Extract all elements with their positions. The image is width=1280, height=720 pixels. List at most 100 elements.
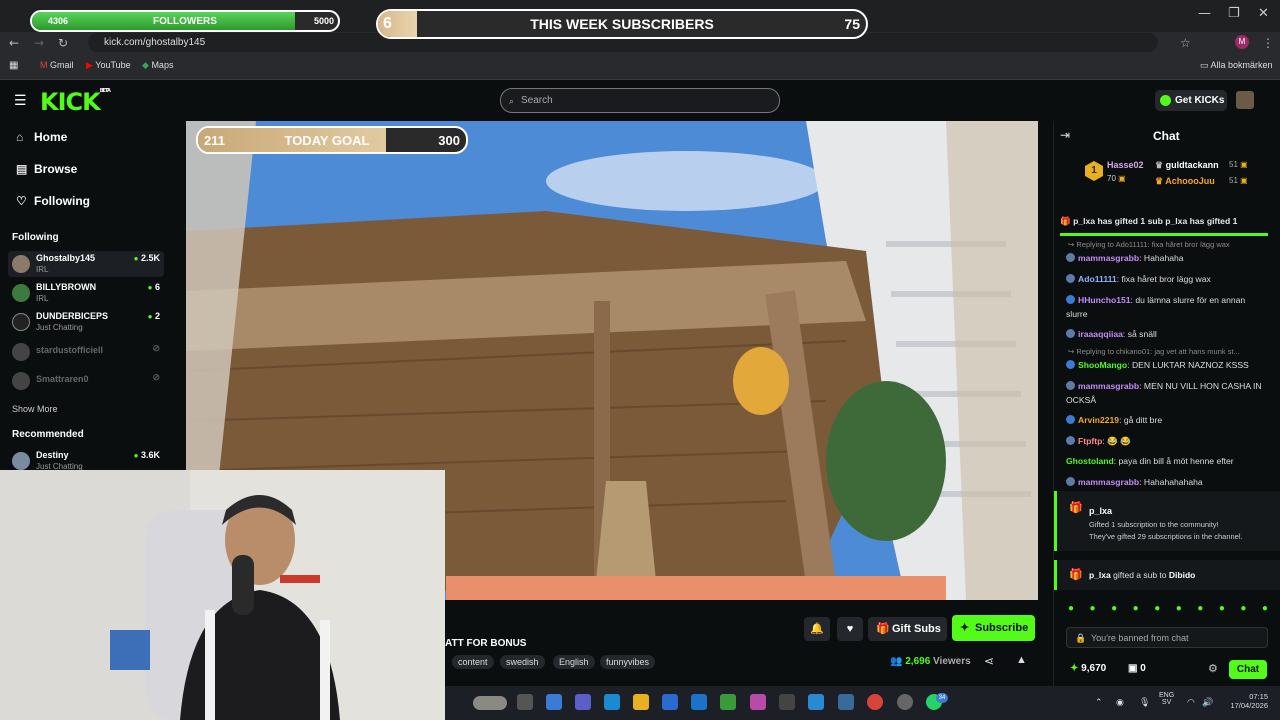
browser-menu-icon[interactable]: ⋮ (1262, 36, 1274, 50)
emote-icon[interactable]: ● (1219, 603, 1225, 617)
hamburger-menu-icon[interactable]: ☰ (14, 92, 27, 109)
chat-settings-icon[interactable]: ⚙ (1208, 662, 1218, 675)
tag-english[interactable]: English (553, 655, 595, 669)
tag-content[interactable]: content (452, 655, 494, 669)
clock[interactable]: 07:15 17/04/2026 (1222, 692, 1268, 710)
gift-icon: 🎁 (1069, 502, 1083, 514)
teams-icon[interactable] (575, 694, 591, 710)
channel-category: Just Chatting (36, 323, 83, 332)
close-icon[interactable]: ✕ (1258, 6, 1269, 21)
app-icon[interactable] (750, 694, 766, 710)
microphone-icon[interactable]: 🎙 (1139, 697, 1150, 708)
nav-home[interactable]: ⌂ Home (16, 130, 67, 144)
all-bookmarks[interactable]: ▭ Alla bokmärken (1200, 60, 1273, 71)
emote-icon[interactable]: ● (1090, 603, 1096, 617)
share-icon[interactable]: ⋖ (984, 654, 994, 668)
chat-username[interactable]: Ftpftp (1078, 436, 1102, 446)
bookmark-maps[interactable]: ◆ Maps (142, 60, 173, 71)
chat-input-disabled: 🔒 You're banned from chat (1066, 627, 1268, 648)
nav-browse[interactable]: ▤ Browse (16, 162, 77, 176)
leaderboard-user[interactable]: Hasse02 (1107, 160, 1144, 170)
channel-points[interactable]: ▣ 0 (1128, 663, 1146, 674)
file-explorer-icon[interactable] (633, 694, 649, 710)
search-input[interactable]: ⌕ Search (500, 88, 780, 113)
gift-sub-user[interactable]: p_lxa (1089, 570, 1111, 580)
chat-username[interactable]: mammasgrabb (1078, 381, 1139, 391)
app-icon[interactable] (808, 694, 824, 710)
following-channel[interactable]: Ghostalby145 IRL ● 2.5K (8, 251, 164, 277)
notification-bell-icon[interactable]: 🔔 (804, 617, 830, 641)
emote-icon[interactable]: ● (1197, 603, 1203, 617)
emote-icon[interactable]: ● (1262, 603, 1268, 617)
tray-app-icon[interactable]: ◉ (1116, 697, 1124, 708)
following-channel-offline[interactable]: Smattraren0 ⊘ (8, 368, 164, 394)
chat-username[interactable]: iraaaqqiiaa (1078, 329, 1123, 339)
bookmark-gmail[interactable]: M Gmail (40, 60, 74, 70)
back-icon[interactable]: ← (9, 36, 19, 50)
gift-subs-button[interactable]: 🎁 Gift Subs (868, 617, 947, 641)
app-icon[interactable] (838, 694, 854, 710)
maximize-icon[interactable]: ❐ (1228, 6, 1240, 21)
bookmarks-bar (0, 54, 1280, 80)
chrome-icon[interactable] (867, 694, 883, 710)
chat-username[interactable]: mammasgrabb (1078, 477, 1139, 487)
wifi-icon[interactable]: ◠ (1187, 697, 1195, 708)
nav-following[interactable]: ♡ Following (16, 194, 90, 208)
widgets-icon[interactable] (473, 696, 507, 710)
emote-icon[interactable]: ● (1111, 603, 1117, 617)
emote-icon[interactable]: ● (1154, 603, 1160, 617)
profile-avatar[interactable]: M (1235, 35, 1249, 49)
emote-icon[interactable]: ● (1133, 603, 1139, 617)
tag-funnyvibes[interactable]: funnyvibes (600, 655, 656, 669)
copilot-icon[interactable] (546, 694, 562, 710)
outlook-icon[interactable] (691, 694, 707, 710)
report-icon[interactable]: ▲ (1016, 654, 1027, 666)
following-channel[interactable]: BILLYBROWN IRL ● 6 (8, 280, 164, 306)
collapse-chat-icon[interactable]: ⇥ (1060, 128, 1070, 142)
user-avatar[interactable] (1236, 91, 1254, 109)
chat-username[interactable]: Arvin2219 (1078, 415, 1119, 425)
tag-swedish[interactable]: swedish (500, 655, 545, 669)
chat-username[interactable]: Ado11111 (1078, 274, 1117, 284)
kicks-balance[interactable]: ✦ 9,670 (1070, 663, 1106, 674)
emote-icon[interactable]: ● (1240, 603, 1246, 617)
bookmark-star-icon[interactable]: ☆ (1180, 36, 1191, 50)
app-icon[interactable] (897, 694, 913, 710)
chat-username[interactable]: HHuncho151 (1078, 295, 1131, 305)
kick-logo[interactable]: KICKBETA (40, 88, 111, 116)
bookmark-youtube[interactable]: ▶ YouTube (86, 60, 131, 71)
chat-username[interactable]: mammasgrabb (1078, 253, 1139, 263)
app-icon[interactable] (720, 694, 736, 710)
volume-icon[interactable]: 🔊 (1202, 697, 1213, 708)
banned-text: You're banned from chat (1091, 633, 1189, 643)
leaderboard-entry[interactable]: ♛ guldtackann (1155, 160, 1219, 171)
show-hidden-icons[interactable]: ⌃ (1095, 697, 1103, 708)
app-icon[interactable] (779, 694, 795, 710)
chat-username[interactable]: ShooMango (1078, 360, 1127, 370)
edge-icon[interactable] (604, 694, 620, 710)
minimize-icon[interactable]: — (1198, 6, 1211, 21)
show-more-button[interactable]: Show More (12, 404, 58, 414)
forward-icon[interactable]: → (34, 36, 44, 50)
bookmark-label: Maps (151, 60, 174, 70)
search-icon: ⌕ (509, 96, 515, 106)
task-view-icon[interactable] (517, 694, 533, 710)
gift-event-user[interactable]: p_lxa (1089, 506, 1112, 516)
leaderboard-entry[interactable]: ♛ AchoooJuu (1155, 176, 1215, 187)
channel-avatar (12, 372, 30, 390)
emote-icon[interactable]: ● (1068, 603, 1074, 617)
follow-heart-icon[interactable]: ♥ (837, 617, 863, 641)
apps-grid-icon[interactable]: ▦ (9, 60, 18, 71)
store-icon[interactable] (662, 694, 678, 710)
get-kicks-button[interactable]: Get KICKs (1155, 90, 1227, 111)
chat-username[interactable]: Ghostoland (1066, 456, 1114, 466)
reload-icon[interactable]: ↻ (58, 36, 68, 50)
following-channel[interactable]: DUNDERBICEPS Just Chatting ● 2 (8, 309, 164, 335)
emote-icon[interactable]: ● (1176, 603, 1182, 617)
today-goal-goal: 300 (438, 132, 460, 148)
gift-sub-target[interactable]: Dibido (1169, 570, 1195, 580)
chat-send-button[interactable]: Chat (1229, 660, 1267, 679)
subscribe-button[interactable]: ✦ Subscribe (952, 615, 1035, 641)
language-indicator[interactable]: ENG SV (1159, 692, 1174, 706)
following-channel-offline[interactable]: stardustofficiell ⊘ (8, 339, 164, 365)
